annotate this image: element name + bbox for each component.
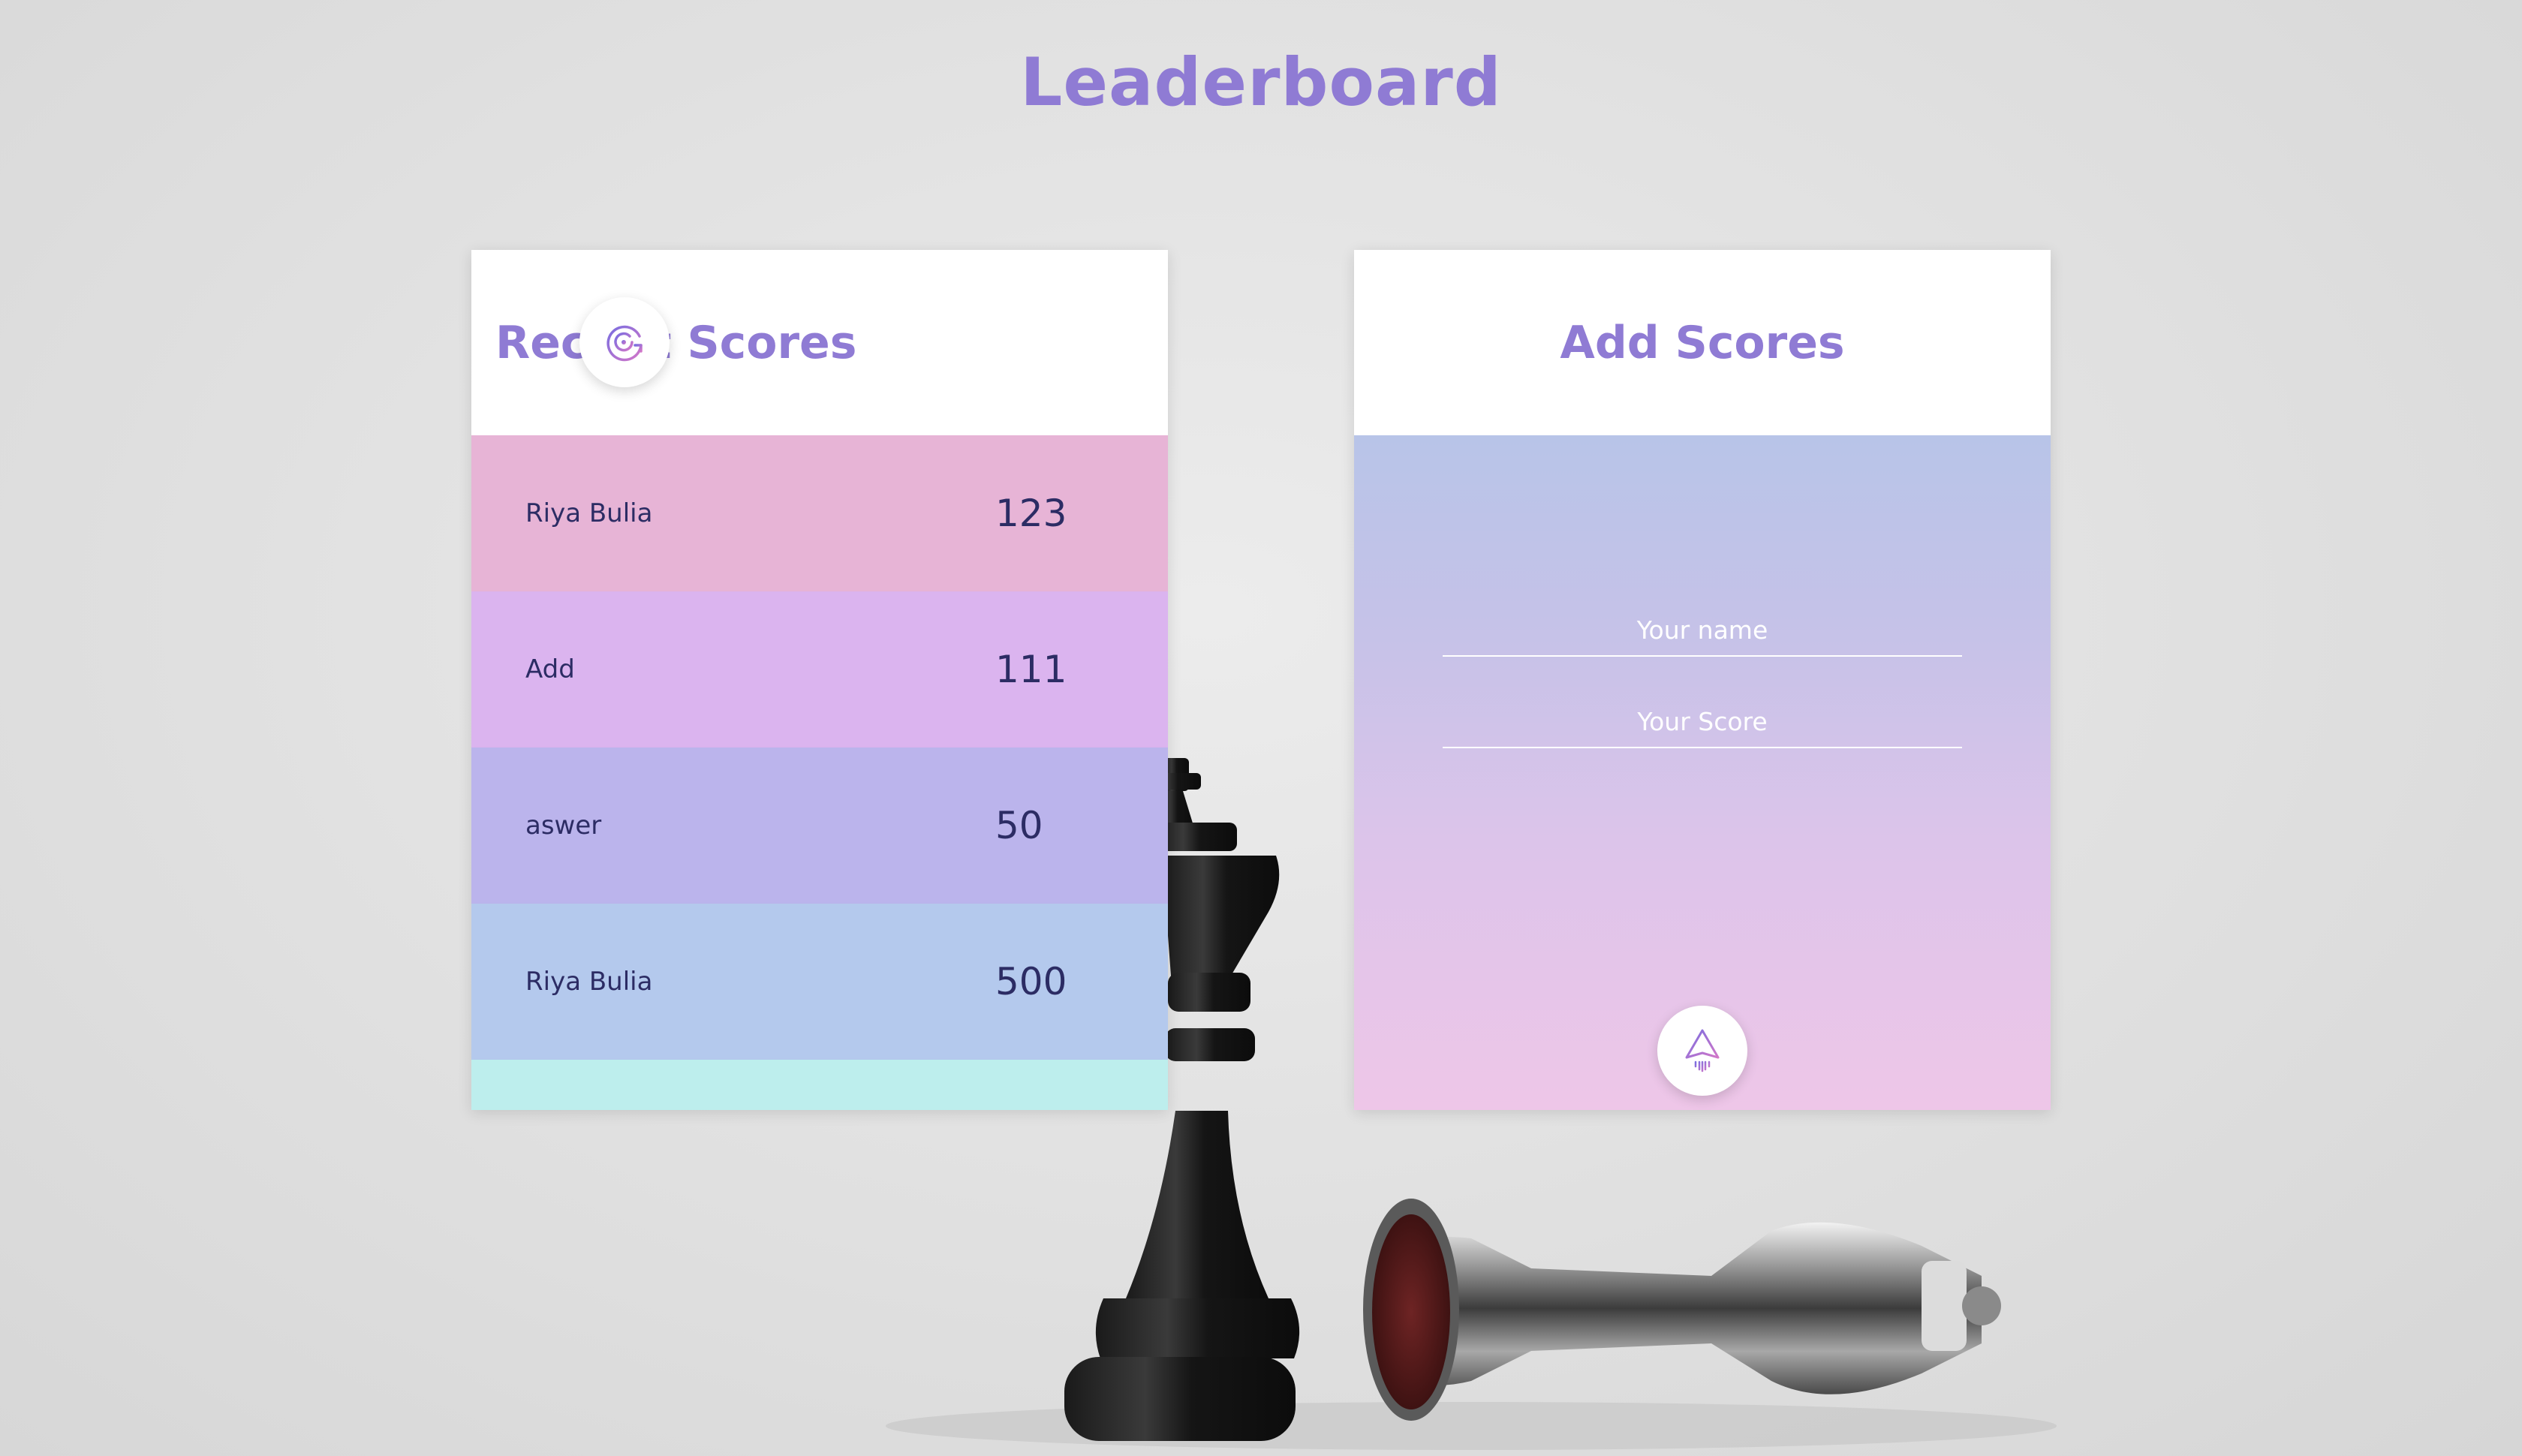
silver-king-piece: [1363, 1199, 2001, 1421]
refresh-button[interactable]: [579, 297, 670, 387]
score-row: Riya Bulia 123: [471, 435, 1168, 591]
score-row-name: Riya Bulia: [525, 967, 653, 997]
score-row-name: aswer: [525, 811, 602, 841]
add-scores-card: Add Scores: [1354, 250, 2051, 1110]
score-row: aswer 50: [471, 748, 1168, 904]
add-scores-title: Add Scores: [1560, 317, 1845, 369]
score-row-name: Riya Bulia: [525, 498, 653, 528]
score-row-value: 123: [995, 492, 1067, 535]
add-scores-header: Add Scores: [1354, 250, 2051, 435]
score-row-name: Add: [525, 654, 575, 684]
score-input[interactable]: [1443, 696, 1962, 748]
score-row-value: 500: [995, 960, 1067, 1003]
score-row: [471, 1060, 1168, 1110]
score-list: Riya Bulia 123 Add 111 aswer 50 Riya Bul…: [471, 435, 1168, 1110]
refresh-icon: [606, 325, 643, 362]
score-row-value: 50: [995, 804, 1043, 847]
paper-plane-icon: [1685, 1029, 1720, 1072]
name-input[interactable]: [1443, 604, 1962, 657]
score-row: Add 111: [471, 591, 1168, 748]
recent-scores-title: Recent Scores: [495, 317, 857, 369]
score-row: Riya Bulia 500: [471, 904, 1168, 1060]
recent-scores-card: Recent Scores Riya Bulia 123 Add 111 asw…: [471, 250, 1168, 1110]
recent-scores-header: Recent Scores: [471, 250, 1168, 435]
score-row-value: 111: [995, 648, 1067, 691]
page-title: Leaderboard: [1020, 44, 1502, 121]
chess-background-image: [886, 758, 2057, 1450]
submit-button[interactable]: [1657, 1006, 1747, 1096]
